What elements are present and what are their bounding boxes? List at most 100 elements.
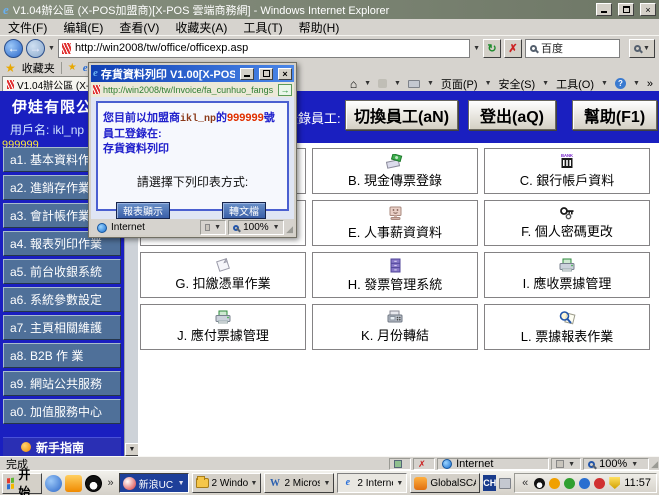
export-file-button[interactable]: 轉文檔 <box>222 202 266 219</box>
recent-pages-dropdown[interactable]: ▼ <box>48 45 55 52</box>
dialog-status-zone: Internet <box>92 220 198 235</box>
globalscape-icon <box>414 477 427 490</box>
feed-icon[interactable] <box>378 79 387 88</box>
taskbar-task-explorer-group[interactable]: 2 Windows Ex...▼ <box>192 473 262 493</box>
close-button[interactable]: × <box>640 3 656 16</box>
menu-favorites[interactable]: 收藏夹(A) <box>175 19 227 36</box>
grid-cell-k[interactable]: K. 月份轉結 <box>312 304 478 350</box>
dialog-protected-mode-button[interactable]: ▼ <box>200 220 226 235</box>
taskbar-task-word-group[interactable]: W 2 Microsoft ...▼ <box>264 473 334 493</box>
address-dropdown[interactable]: ▼ <box>473 45 480 52</box>
back-button[interactable]: ← <box>4 39 23 58</box>
address-bar[interactable]: http://win2008/tw/office/officexp.asp <box>58 39 470 58</box>
folder-icon <box>196 478 209 488</box>
taskbar: 开始 » 新浪UC▼ 2 Windows Ex...▼ W 2 Microsof… <box>0 470 659 495</box>
print-icon[interactable] <box>408 80 420 88</box>
word-icon: W <box>268 477 281 490</box>
tray-icon-green[interactable] <box>564 478 575 489</box>
dialog-address-bar: http://win2008/tw/Invoice/fa_cunhuo_fang… <box>91 82 294 97</box>
quicklaunch-chevron[interactable]: » <box>105 477 115 489</box>
grid-cell-j[interactable]: J. 應付票據管理 <box>140 304 306 350</box>
zoom-control[interactable]: 100%▼ <box>583 458 649 470</box>
protected-mode-button[interactable]: ▼ <box>551 458 581 470</box>
command-safety[interactable]: 安全(S) <box>499 76 536 92</box>
beginner-guide-button[interactable]: 新手指南 <box>3 437 121 456</box>
home-icon[interactable]: ⌂ <box>350 78 357 90</box>
site-icon <box>93 85 100 94</box>
menu-help[interactable]: 帮助(H) <box>299 19 340 36</box>
print-method-prompt: 請選擇下列印表方式: <box>103 173 282 190</box>
tray-icon-orange[interactable] <box>549 478 560 489</box>
tray-icon-blue[interactable] <box>579 478 590 489</box>
dialog-close-button[interactable]: × <box>278 68 292 80</box>
add-favorite-icon[interactable]: ★ <box>68 63 77 73</box>
quicklaunch-icon-1[interactable] <box>45 475 62 492</box>
start-button[interactable]: 开始 <box>2 473 42 494</box>
switch-employee-button[interactable]: 切換員工(aN) <box>345 100 458 130</box>
command-page[interactable]: 页面(P) <box>441 76 478 92</box>
menu-file[interactable]: 文件(F) <box>8 19 47 36</box>
grid-cell-e[interactable]: E. 人事薪資資料 <box>312 200 478 246</box>
clock: 11:57 <box>624 477 651 489</box>
minimize-button[interactable] <box>596 3 612 16</box>
restore-button[interactable] <box>618 3 634 16</box>
taskbar-task-globalscape[interactable]: GlobalSCAPE ... <box>410 473 480 493</box>
stop-button[interactable]: ✗ <box>504 39 522 58</box>
grid-cell-h[interactable]: H. 發票管理系統 <box>312 252 478 298</box>
taskbar-task-ie-group[interactable]: e 2 Internet E...▼ <box>337 473 407 493</box>
menu-view[interactable]: 查看(V) <box>119 19 159 36</box>
sidebar-item-a5[interactable]: a5. 前台收銀系統 <box>3 259 121 284</box>
menu-edit[interactable]: 编辑(E) <box>63 19 103 36</box>
scroll-down-button[interactable]: ▼ <box>125 443 139 456</box>
dialog-titlebar[interactable]: e 存貨資料列印 V1.00[X-POS 雲端商務網] × <box>91 65 294 82</box>
grid-cell-c[interactable]: BANK C. 銀行帳戶資料 <box>484 148 650 194</box>
magnifier-doc-icon <box>558 310 576 325</box>
search-box[interactable]: 百度 <box>525 39 620 58</box>
print-dialog-window[interactable]: e 存貨資料列印 V1.00[X-POS 雲端商務網] × http://win… <box>88 62 297 238</box>
dialog-zoom-control[interactable]: 100%▼ <box>228 220 284 235</box>
status-icon-1 <box>389 458 411 470</box>
sidebar-item-a0[interactable]: a0. 加值服務中心 <box>3 399 121 424</box>
navigation-bar: ← → ▼ http://win2008/tw/office/officexp.… <box>0 36 659 60</box>
sidebar-item-a9[interactable]: a9. 網站公共服務 <box>3 371 121 396</box>
forward-button[interactable]: → <box>26 39 45 58</box>
printer-tray-icon[interactable] <box>499 478 511 489</box>
favorites-button[interactable]: 收藏夹 <box>22 60 55 76</box>
menu-bar: 文件(F) 编辑(E) 查看(V) 收藏夹(A) 工具(T) 帮助(H) <box>0 19 659 36</box>
bank-icon: BANK <box>558 153 576 169</box>
tray-qq-icon[interactable] <box>534 478 545 489</box>
command-overflow-chevron[interactable]: » <box>647 78 653 90</box>
command-tools[interactable]: 工具(O) <box>556 76 594 92</box>
help-icon[interactable]: ? <box>615 78 626 89</box>
menu-tools[interactable]: 工具(T) <box>243 19 282 36</box>
quicklaunch-icon-2[interactable] <box>65 475 82 492</box>
dialog-minimize-button[interactable] <box>240 68 254 80</box>
taskbar-task-sina-uc[interactable]: 新浪UC▼ <box>119 473 189 493</box>
grid-cell-g[interactable]: G. 扣繳憑單作業 <box>140 252 306 298</box>
computer-icon <box>387 206 404 221</box>
dialog-maximize-button[interactable] <box>259 68 273 80</box>
windows-flag-icon <box>7 477 14 489</box>
refresh-button[interactable]: ↻ <box>483 39 501 58</box>
ie-icon: e <box>93 68 98 79</box>
tray-icon-red[interactable] <box>594 478 605 489</box>
report-display-button[interactable]: 報表顯示 <box>116 202 170 219</box>
grid-cell-l[interactable]: L. 票據報表作業 <box>484 304 650 350</box>
dialog-url: http://win2008/tw/Invoice/fa_cunhuo_fang… <box>103 85 275 95</box>
sidebar-item-a8[interactable]: a8. B2B 作 業 <box>3 343 121 368</box>
dialog-body: 您目前以加盟商ikl_np的999999號員工登錄在: 存貨資料列印 請選擇下列… <box>91 97 294 219</box>
grid-cell-i[interactable]: I. 應收票據管理 <box>484 252 650 298</box>
logout-button[interactable]: 登出(aQ) <box>468 100 556 130</box>
go-button[interactable]: → <box>278 84 292 96</box>
language-indicator[interactable]: CH <box>483 475 496 491</box>
sidebar-item-a6[interactable]: a6. 系統參數設定 <box>3 287 121 312</box>
tray-chevron[interactable]: « <box>520 477 530 489</box>
grid-cell-b[interactable]: B. 現金傳票登錄 <box>312 148 478 194</box>
search-go-button[interactable]: ▼ <box>629 39 655 58</box>
quicklaunch-icon-3[interactable] <box>85 475 102 492</box>
help-button[interactable]: 幫助(F1) <box>572 100 657 130</box>
tray-shield-icon[interactable] <box>609 477 620 489</box>
sidebar-item-a7[interactable]: a7. 主頁相關維護 <box>3 315 121 340</box>
grid-cell-f[interactable]: F. 個人密碼更改 <box>484 200 650 246</box>
address-url: http://win2008/tw/office/officexp.asp <box>75 42 248 54</box>
